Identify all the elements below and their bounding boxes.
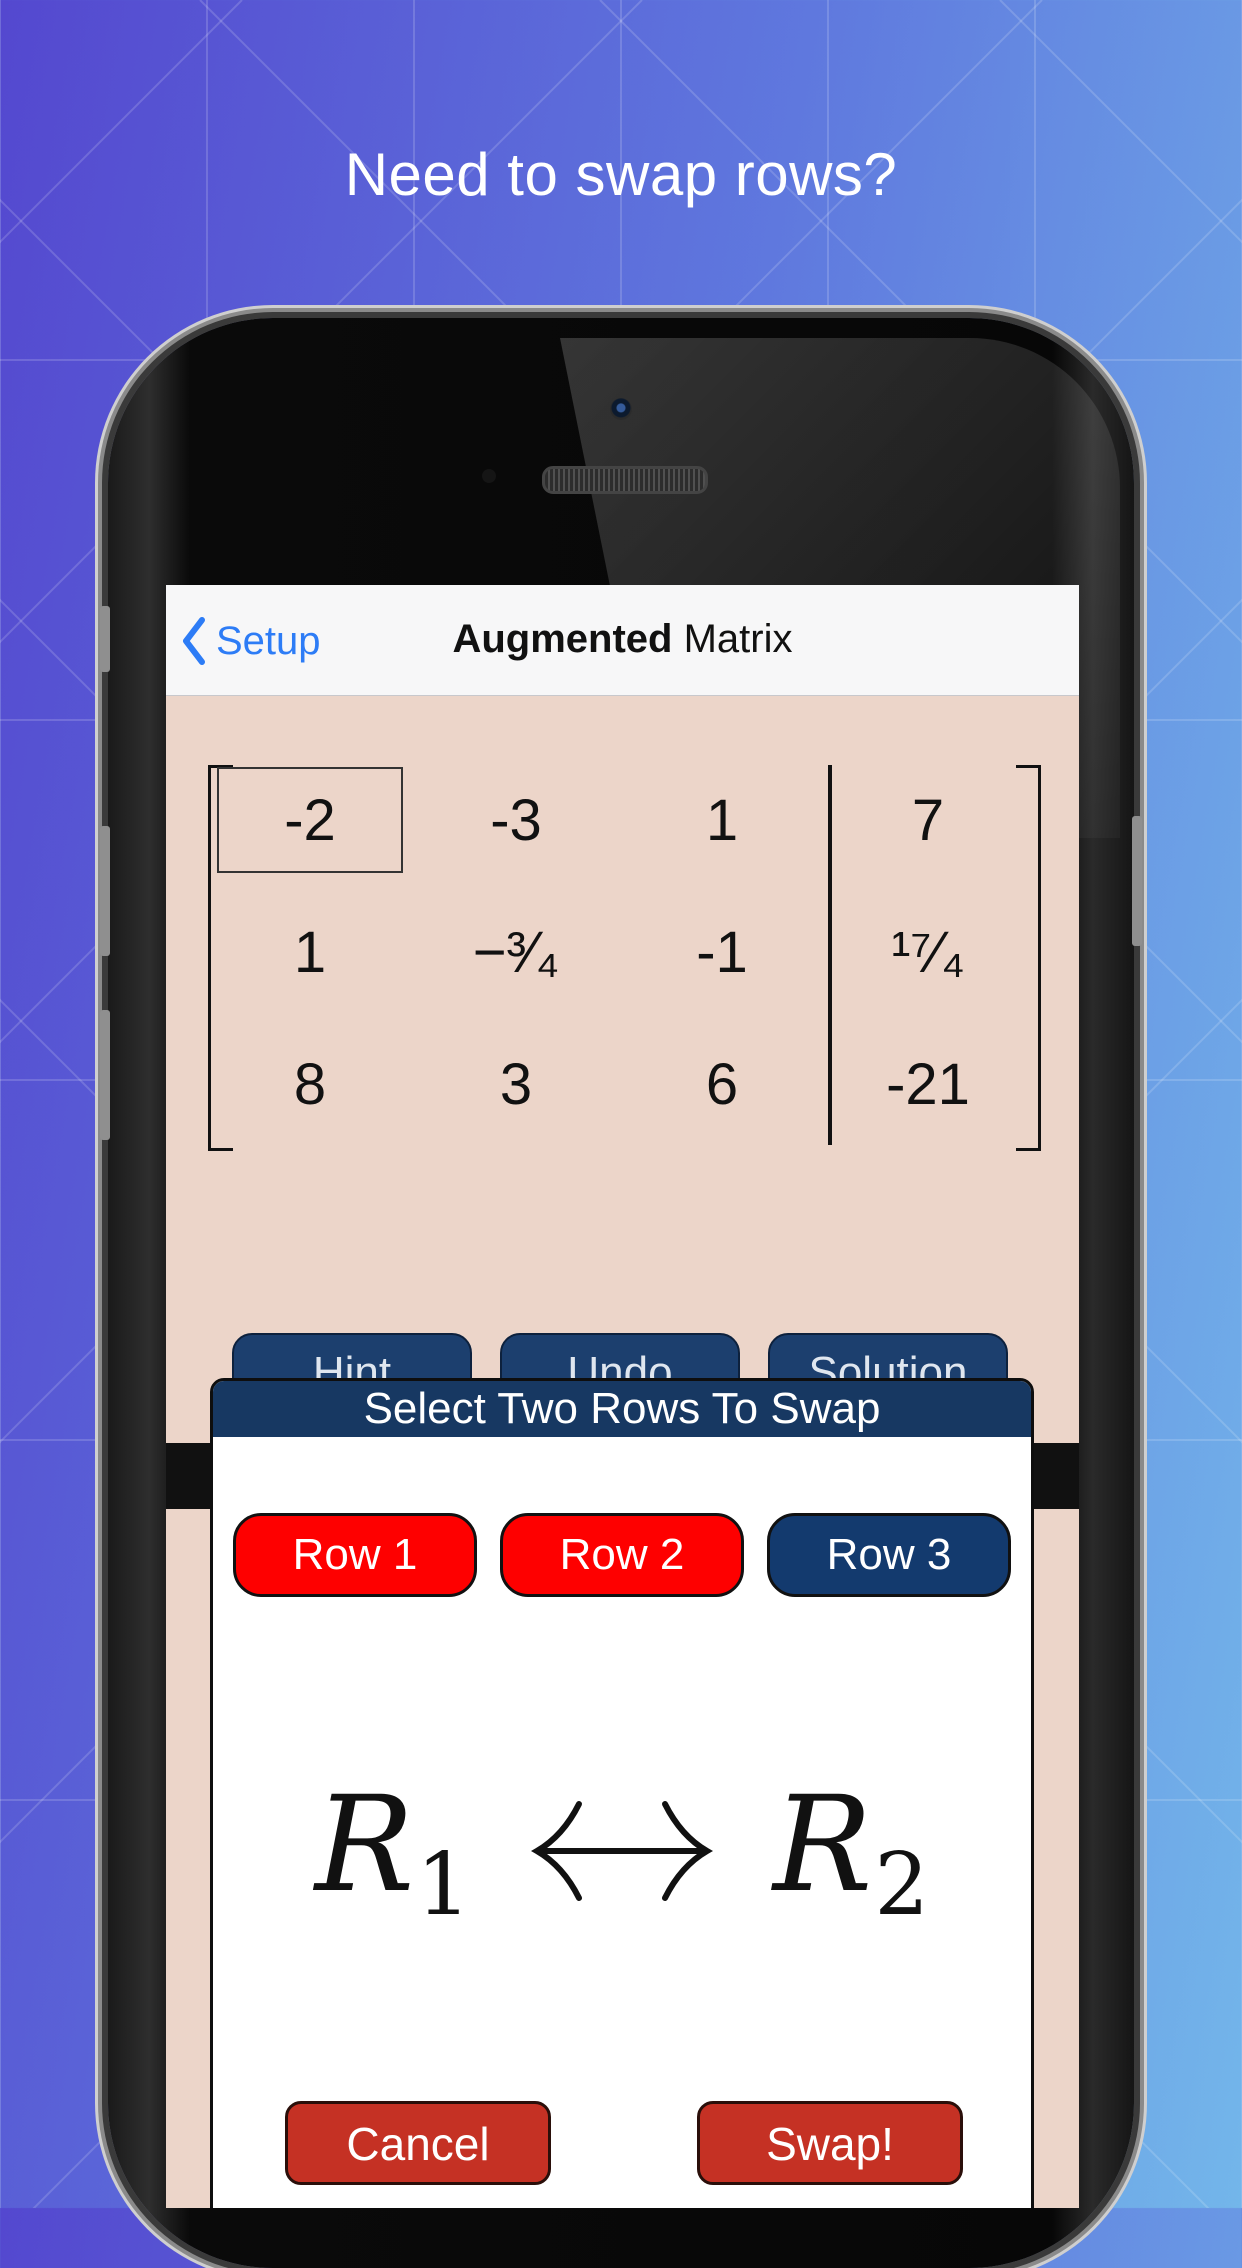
right-var-letter: R <box>773 1767 873 1922</box>
title-rest: Matrix <box>683 617 793 661</box>
matrix-cell-r1c1[interactable]: -2 <box>215 765 405 875</box>
matrix-cell-r2c1[interactable]: 1 <box>215 897 405 1007</box>
matrix-cell-r1c2[interactable]: -3 <box>421 765 611 875</box>
row-2-button[interactable]: Row 2 <box>500 1513 744 1597</box>
matrix-cell-r2c3[interactable]: -1 <box>627 897 817 1007</box>
cancel-button[interactable]: Cancel <box>285 2101 551 2185</box>
swap-rows-dialog: Select Two Rows To Swap Row 1 Row 2 Row … <box>210 1378 1034 2208</box>
proximity-sensor <box>482 469 496 483</box>
row-3-button[interactable]: Row 3 <box>767 1513 1011 1597</box>
page-title: Augmented Matrix <box>166 617 1079 662</box>
phone-screen: Setup Augmented Matrix -2 -3 1 7 1 −³⁄₄ … <box>166 585 1079 2208</box>
matrix-cell-r2c2[interactable]: −³⁄₄ <box>421 897 611 1007</box>
volume-down-button <box>100 1010 110 1140</box>
left-var-letter: R <box>314 1767 415 1922</box>
swap-expression: R1 R2 <box>213 1761 1031 1941</box>
dialog-title: Select Two Rows To Swap <box>213 1381 1031 1437</box>
augment-divider <box>828 765 832 1145</box>
matrix-cell-r3c3[interactable]: 6 <box>627 1029 817 1139</box>
matrix-cell-r3c1[interactable]: 8 <box>215 1029 405 1139</box>
matrix-cell-r1c3[interactable]: 1 <box>627 765 817 875</box>
matrix-cell-r3c2[interactable]: 3 <box>421 1029 611 1139</box>
swap-arrow-icon <box>531 1801 713 1901</box>
matrix-cell-r2c4[interactable]: ¹⁷⁄₄ <box>833 897 1023 1007</box>
front-camera <box>610 398 632 420</box>
right-row-variable: R2 <box>773 1768 929 1935</box>
headline: Need to swap rows? <box>344 141 898 208</box>
matrix-cell-r3c4[interactable]: -21 <box>833 1029 1023 1139</box>
augmented-matrix: -2 -3 1 7 1 −³⁄₄ -1 ¹⁷⁄₄ 8 3 6 -21 <box>166 765 1079 1165</box>
matrix-cell-r1c4[interactable]: 7 <box>833 765 1023 875</box>
earpiece-speaker <box>542 466 708 494</box>
mute-switch <box>100 606 110 672</box>
navigation-bar: Setup Augmented Matrix <box>166 585 1079 696</box>
left-row-index: 1 <box>416 1834 471 1935</box>
title-bold: Augmented <box>452 617 673 661</box>
right-row-index: 2 <box>874 1834 930 1935</box>
swap-button[interactable]: Swap! <box>697 2101 963 2185</box>
volume-up-button <box>100 826 110 956</box>
power-button <box>1132 816 1142 946</box>
left-row-variable: R1 <box>315 1768 471 1935</box>
row-1-button[interactable]: Row 1 <box>233 1513 477 1597</box>
